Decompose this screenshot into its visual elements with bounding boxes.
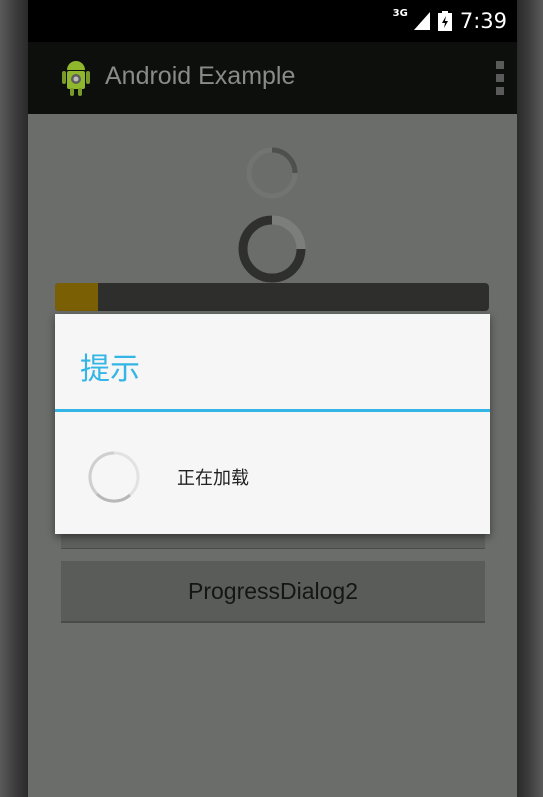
status-icons: 3G 7:39 <box>392 7 507 34</box>
status-bar: 3G 7:39 <box>28 0 517 42</box>
phone-bezel-right <box>517 0 543 797</box>
dialog-spinner-icon <box>88 451 140 503</box>
network-type-label: 3G <box>392 7 408 19</box>
progress-dialog2-button[interactable]: ProgressDialog2 <box>61 561 485 623</box>
progress-dialog: 提示 正在加载 <box>55 314 490 534</box>
horizontal-progress-fill <box>55 283 99 311</box>
action-bar: Android Example <box>28 42 517 114</box>
battery-icon <box>437 11 452 31</box>
dialog-message: 正在加载 <box>177 468 249 489</box>
dialog-title: 提示 <box>80 352 140 387</box>
signal-icon <box>413 12 430 30</box>
large-spinner-icon <box>238 215 306 283</box>
app-title: Android Example <box>105 62 296 90</box>
phone-bezel-left <box>0 0 28 797</box>
clock: 7:39 <box>459 9 507 33</box>
device-screen: 3G 7:39 Android Example ProgressDialog2 … <box>28 0 517 797</box>
small-spinner-icon <box>246 147 298 199</box>
horizontal-progress-bar <box>55 283 489 311</box>
dialog-title-divider <box>55 409 490 412</box>
android-app-icon[interactable] <box>58 58 94 98</box>
overflow-menu-icon[interactable] <box>495 61 505 95</box>
